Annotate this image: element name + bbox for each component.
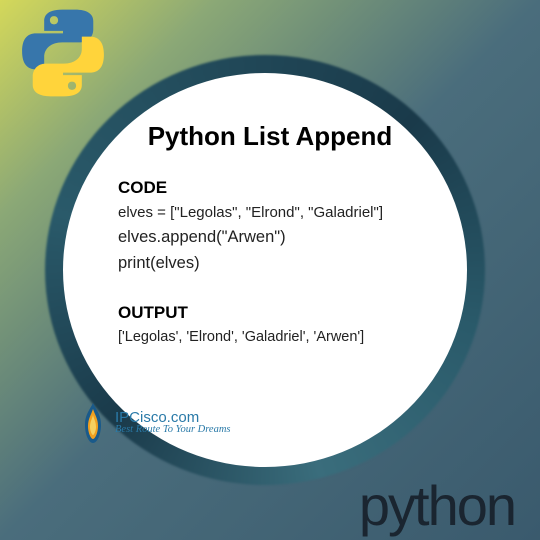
output-section-label: OUTPUT xyxy=(118,303,422,323)
ipcisco-tagline: Best Route To Your Dreams xyxy=(115,425,231,436)
content-circle: Python List Append CODE elves = ["Legola… xyxy=(55,65,475,475)
ipcisco-text: IPCisco.com Best Route To Your Dreams xyxy=(115,410,231,436)
code-section-label: CODE xyxy=(118,178,422,198)
output-line-1: ['Legolas', 'Elrond', 'Galadriel', 'Arwe… xyxy=(118,327,422,347)
code-line-1: elves = ["Legolas", "Elrond", "Galadriel… xyxy=(118,202,422,223)
flame-icon xyxy=(75,399,111,447)
ipcisco-site-name: IPCisco.com xyxy=(115,410,231,425)
code-line-2: elves.append("Arwen") xyxy=(118,226,422,249)
code-line-3: print(elves) xyxy=(118,252,422,275)
ipcisco-logo: IPCisco.com Best Route To Your Dreams xyxy=(75,399,231,447)
page-title: Python List Append xyxy=(118,121,422,152)
python-footer-text: python xyxy=(359,473,515,538)
content-area: Python List Append CODE elves = ["Legola… xyxy=(63,73,467,467)
